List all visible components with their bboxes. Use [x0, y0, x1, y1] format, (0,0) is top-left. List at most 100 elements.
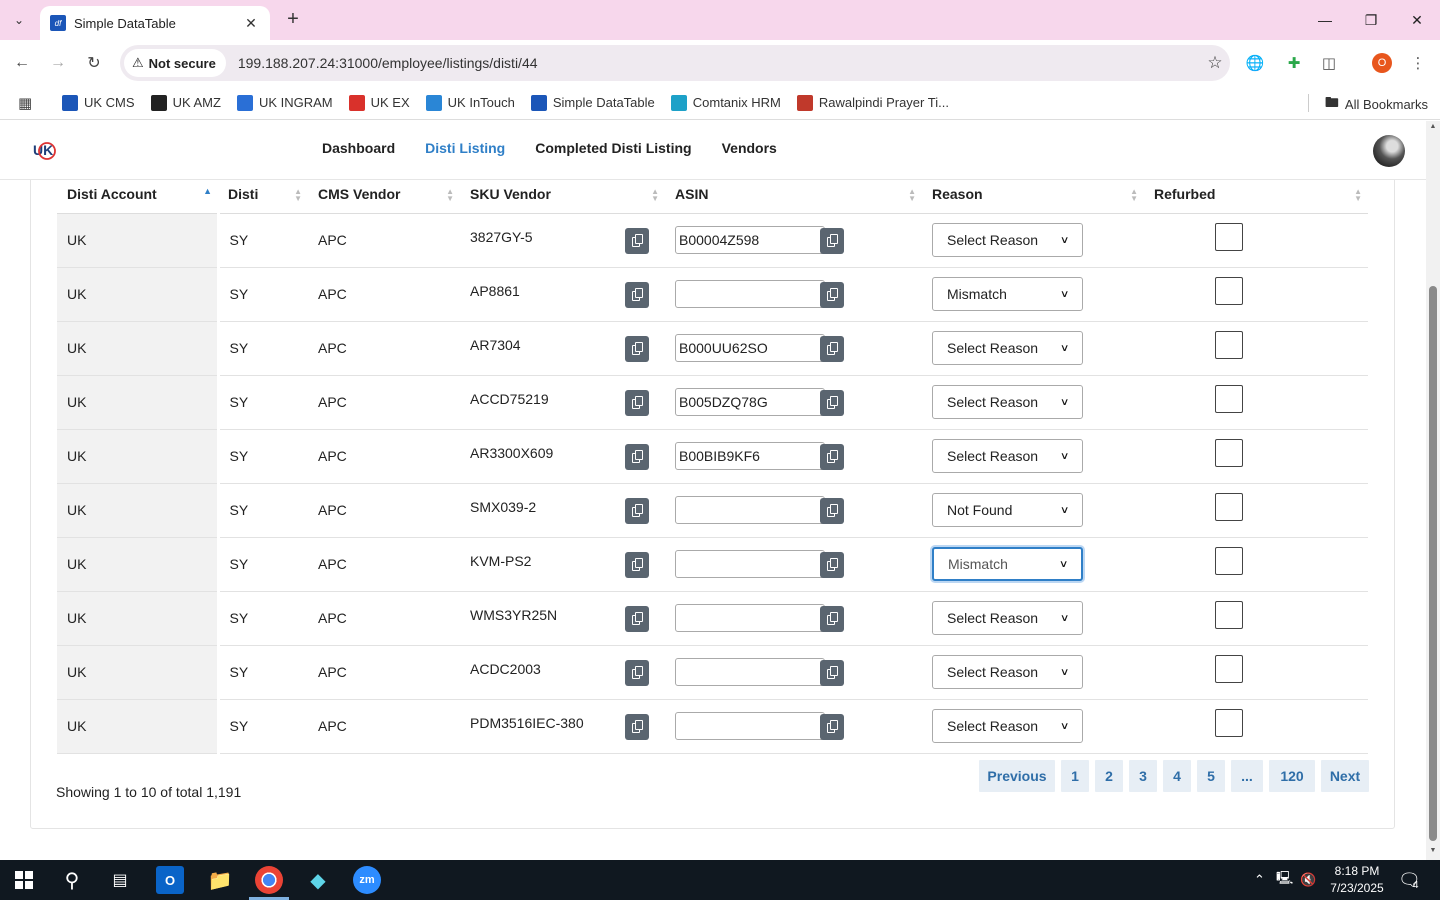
sort-icon[interactable]: ▲ ▼: [1354, 188, 1362, 203]
reason-select[interactable]: Select Reason ∨: [932, 709, 1083, 743]
refurbed-checkbox[interactable]: [1215, 709, 1243, 737]
bookmark-4[interactable]: UK InTouch: [425, 94, 515, 111]
copy-sku-button[interactable]: [625, 389, 649, 416]
asin-input[interactable]: [675, 442, 825, 470]
scroll-down-icon[interactable]: ▼: [1429, 847, 1437, 854]
restore-icon[interactable]: ❐: [1348, 0, 1394, 40]
reason-select[interactable]: Select Reason ∨: [932, 601, 1083, 635]
refurbed-checkbox[interactable]: [1215, 655, 1243, 683]
column-header-reason[interactable]: Reason ▲ ▼: [922, 176, 1144, 214]
column-header-disti[interactable]: Disti ▲ ▼: [218, 176, 308, 214]
paste-asin-button[interactable]: [820, 281, 844, 308]
file-explorer-icon[interactable]: 📁: [206, 866, 234, 894]
copy-sku-button[interactable]: [625, 227, 649, 254]
sort-icon[interactable]: ▲ ▼: [446, 188, 454, 203]
page-button-3[interactable]: 3: [1129, 760, 1157, 792]
refurbed-checkbox[interactable]: [1215, 493, 1243, 521]
column-header-cms-vendor[interactable]: CMS Vendor ▲ ▼: [308, 176, 460, 214]
sort-icon[interactable]: ▲ ▼: [294, 188, 302, 203]
new-tab-icon[interactable]: +: [282, 8, 304, 30]
refurbed-checkbox[interactable]: [1215, 385, 1243, 413]
volume-muted-icon[interactable]: 🔇: [1300, 860, 1316, 900]
refurbed-checkbox[interactable]: [1215, 331, 1243, 359]
page-button-4[interactable]: 4: [1163, 760, 1191, 792]
asin-input[interactable]: [675, 226, 825, 254]
bookmark-5[interactable]: Simple DataTable: [530, 94, 655, 111]
page-button-previous[interactable]: Previous: [979, 760, 1055, 792]
asin-input[interactable]: [675, 550, 825, 578]
page-button-next[interactable]: Next: [1321, 760, 1369, 792]
bookmark-0[interactable]: UK CMS: [62, 94, 135, 111]
paste-asin-button[interactable]: [820, 335, 844, 362]
sort-icon[interactable]: ▲ ▼: [1130, 188, 1138, 203]
reason-select[interactable]: Select Reason ∨: [932, 331, 1083, 365]
copy-sku-button[interactable]: [625, 551, 649, 578]
copy-sku-button[interactable]: [625, 605, 649, 632]
windows-start-icon[interactable]: [10, 866, 38, 894]
paste-asin-button[interactable]: [820, 497, 844, 524]
bookmark-3[interactable]: UK EX: [348, 94, 410, 111]
reload-icon[interactable]: ↻: [82, 51, 106, 75]
profile-icon[interactable]: O: [1370, 51, 1394, 75]
paste-asin-button[interactable]: [820, 713, 844, 740]
paste-asin-button[interactable]: [820, 389, 844, 416]
column-header-sku-vendor[interactable]: SKU Vendor ▲ ▼: [460, 176, 665, 214]
extension-green-icon[interactable]: ✚: [1282, 51, 1306, 75]
search-icon[interactable]: ⚲: [58, 866, 86, 894]
page-button-120[interactable]: 120: [1269, 760, 1315, 792]
back-icon[interactable]: ←: [10, 51, 34, 75]
reason-select[interactable]: Select Reason ∨: [932, 385, 1083, 419]
tray-chevron-icon[interactable]: ⌃: [1254, 860, 1265, 900]
copy-sku-button[interactable]: [625, 497, 649, 524]
scroll-up-icon[interactable]: ▲: [1429, 123, 1437, 130]
apps-grid-icon[interactable]: ▦: [0, 94, 62, 112]
browser-menu-icon[interactable]: ⋮: [1406, 51, 1430, 75]
translate-icon[interactable]: 🌐: [1243, 51, 1267, 75]
user-avatar[interactable]: [1373, 135, 1405, 167]
tab-search-icon[interactable]: ⌄: [6, 8, 32, 32]
refurbed-checkbox[interactable]: [1215, 439, 1243, 467]
close-window-icon[interactable]: ✕: [1394, 0, 1440, 40]
bookmark-2[interactable]: UK INGRAM: [236, 94, 333, 111]
paste-asin-button[interactable]: [820, 551, 844, 578]
sort-icon[interactable]: ▲ ▼: [908, 188, 916, 203]
nav-link-completed-disti-listing[interactable]: Completed Disti Listing: [535, 140, 691, 156]
column-header-refurbed[interactable]: Refurbed ▲ ▼: [1144, 176, 1368, 214]
refurbed-checkbox[interactable]: [1215, 547, 1243, 575]
minimize-icon[interactable]: —: [1302, 0, 1348, 40]
close-tab-icon[interactable]: ✕: [242, 15, 260, 32]
bookmark-7[interactable]: Rawalpindi Prayer Ti...: [796, 94, 949, 111]
column-header-disti-account[interactable]: Disti Account ▲: [57, 176, 218, 214]
copy-sku-button[interactable]: [625, 335, 649, 362]
copy-sku-button[interactable]: [625, 659, 649, 686]
refurbed-checkbox[interactable]: [1215, 223, 1243, 251]
browser-tab[interactable]: df Simple DataTable ✕: [40, 6, 270, 40]
network-icon[interactable]: 🖳: [1276, 860, 1293, 900]
chrome-icon[interactable]: [255, 866, 283, 894]
nav-link-vendors[interactable]: Vendors: [722, 140, 777, 156]
reason-select[interactable]: Select Reason ∨: [932, 655, 1083, 689]
refurbed-checkbox[interactable]: [1215, 601, 1243, 629]
nav-link-disti-listing[interactable]: Disti Listing: [425, 140, 505, 156]
bookmark-1[interactable]: UK AMZ: [150, 94, 221, 111]
asin-input[interactable]: [675, 658, 825, 686]
notification-center-icon[interactable]: 🗨 4: [1398, 860, 1426, 900]
asin-input[interactable]: [675, 712, 825, 740]
reason-select[interactable]: Not Found ∨: [932, 493, 1083, 527]
zoom-icon[interactable]: zm: [353, 866, 381, 894]
reason-select[interactable]: Select Reason ∨: [932, 439, 1083, 473]
forward-icon[interactable]: →: [46, 51, 70, 75]
sort-icon[interactable]: ▲ ▼: [651, 188, 659, 203]
page-button-5[interactable]: 5: [1197, 760, 1225, 792]
extensions-puzzle-icon[interactable]: ◫: [1317, 51, 1341, 75]
sort-ascending-icon[interactable]: ▲: [203, 187, 212, 196]
copy-sku-button[interactable]: [625, 443, 649, 470]
asin-input[interactable]: [675, 334, 825, 362]
copy-sku-button[interactable]: [625, 713, 649, 740]
reason-select[interactable]: Mismatch ∨: [932, 547, 1083, 581]
copy-sku-button[interactable]: [625, 281, 649, 308]
asin-input[interactable]: [675, 604, 825, 632]
paste-asin-button[interactable]: [820, 659, 844, 686]
url-text[interactable]: 199.188.207.24:31000/employee/listings/d…: [238, 55, 1200, 71]
bookmark-6[interactable]: Comtanix HRM: [670, 94, 781, 111]
